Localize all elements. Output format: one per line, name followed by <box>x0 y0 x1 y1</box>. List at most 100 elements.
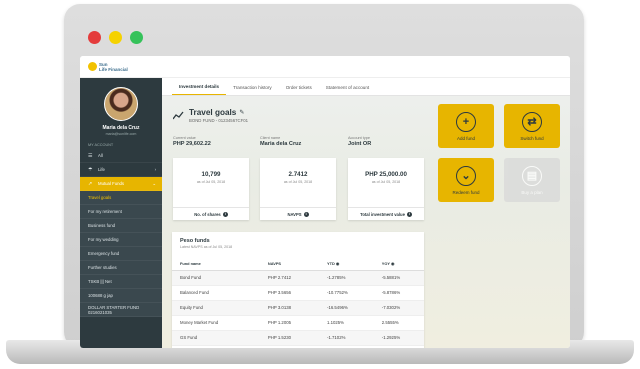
list-icon: ☰ <box>88 152 93 159</box>
client-name-label: Client name <box>260 136 281 140</box>
sidebar-item-label: 100688 g jap <box>88 293 113 298</box>
window-controls <box>88 31 143 44</box>
plus-icon: + <box>456 111 476 132</box>
action-label: Add fund <box>456 135 475 141</box>
table-cell: PHP 3.0138 <box>259 300 320 316</box>
edit-icon[interactable]: ✎ <box>239 109 244 116</box>
close-dot[interactable] <box>88 31 101 44</box>
sidebar-item-label: Further studies <box>88 265 117 270</box>
summary-card: 2.7412 as of Jul 05, 2018 NAVPS i <box>260 158 336 220</box>
sidebar-item-label: Travel goals <box>88 195 112 200</box>
summary-card: PHP 25,000.00 as of Jul 05, 2018 Total inv… <box>348 158 424 220</box>
funds-table: Fund name NAVPS YTD ◉ YOY ◉ Bond Fund PHP 2.… <box>172 258 424 346</box>
sun-life-logo[interactable]: Sun Life Financial <box>88 62 128 72</box>
table-cell: PHP 3.5656 <box>259 285 320 301</box>
sidebar-item[interactable]: For my retirement <box>80 205 162 219</box>
card-date: as of Jul 05, 2018 <box>196 180 226 184</box>
table-cell: Bond Fund <box>172 270 260 286</box>
table-cell: -1.7102% <box>319 330 374 346</box>
account-type-value: Joint OR <box>348 141 372 147</box>
table-cell: -7.0302% <box>373 300 424 316</box>
sidebar-item[interactable]: 100688 g jap <box>80 289 162 303</box>
column-header: Fund name <box>172 258 260 271</box>
sidebar-item[interactable]: Business fund <box>80 219 162 233</box>
minimize-dot[interactable] <box>109 31 122 44</box>
table-cell: -1.2925% <box>373 330 424 346</box>
sidebar: Maria dela Cruz maria@sunlife.com MY ACC… <box>80 78 162 348</box>
card-footer[interactable]: No. of shares i <box>173 207 249 220</box>
sidebar-item[interactable]: Emergency fund <box>80 247 162 261</box>
sidebar-item[interactable]: TSKB ||| Net <box>80 275 162 289</box>
title-row: Travel goals ✎ BOND FUND - 01234567CF01 <box>173 108 248 123</box>
table-header: Fund name NAVPS YTD ◉ YOY ◉ <box>172 258 424 271</box>
table-cell: PHP 1.2005 <box>259 315 320 331</box>
table-cell: Money Market Fund <box>172 315 260 331</box>
caret-icon: ⌄ <box>152 180 156 186</box>
chevron-down-icon: ⌄ <box>456 165 476 186</box>
table-cell: PHP 2.7412 <box>259 270 320 286</box>
avatar <box>104 87 138 121</box>
sidebar-item-label: Emergency fund <box>88 251 120 256</box>
user-email: maria@sunlife.com <box>105 132 137 136</box>
table-cell: Balanced Fund <box>172 285 260 301</box>
sidebar-item[interactable]: Travel goals <box>80 191 162 205</box>
client-name: Client name Maria dela Cruz <box>260 136 301 147</box>
client-name-value: Maria dela Cruz <box>260 141 302 147</box>
column-header: YTD ◉ <box>319 258 374 271</box>
document-icon: ▤ <box>522 165 542 186</box>
tab-order-tickets[interactable]: Order tickets <box>279 85 319 95</box>
column-header: YOY ◉ <box>373 258 424 271</box>
sidebar-item-label: Mutual Funds <box>98 181 125 186</box>
sidebar-item[interactable]: ☰ All <box>80 149 162 163</box>
info-icon[interactable]: i <box>222 211 228 217</box>
maximize-dot[interactable] <box>130 31 143 44</box>
chart-icon: ↗ <box>88 180 93 187</box>
card-footer[interactable]: NAVPS i <box>260 207 336 220</box>
sidebar-item-label: All <box>98 153 103 158</box>
sidebar-item-label: For my wedding <box>88 237 119 242</box>
sidebar-item[interactable]: Further studies <box>80 261 162 275</box>
card-footer-label: NAVPS <box>287 211 302 217</box>
card-footer-label: Total investment value <box>360 211 405 217</box>
table-cell: 1.1025% <box>319 315 374 331</box>
card-value: 10,799 <box>201 171 221 178</box>
tab-transaction-history[interactable]: Transaction history <box>226 85 279 95</box>
peso-funds-title: Peso funds <box>180 238 210 244</box>
sidebar-item[interactable]: For my wedding <box>80 233 162 247</box>
table-cell: -5.8786% <box>373 285 424 301</box>
account-type-label: Account type <box>348 136 370 140</box>
card-footer-label: No. of shares <box>194 211 221 217</box>
account-heading: MY ACCOUNT <box>88 143 114 147</box>
sidebar-item[interactable]: ☂ Life › <box>80 163 162 177</box>
user-name: Maria dela Cruz <box>102 125 140 131</box>
table-cell: -5.5881% <box>373 270 424 286</box>
table-row[interactable]: Balanced Fund PHP 3.5656 -10.7752% -5.8786% <box>172 285 424 301</box>
table-cell: -16.5496% <box>319 300 374 316</box>
sidebar-item-label: DOLLAR STARTER FUND 0216021035 <box>88 304 140 315</box>
sidebar-item[interactable]: ↗ Mutual Funds ⌄ <box>80 177 162 191</box>
card-footer[interactable]: Total investment value i <box>348 207 424 220</box>
info-icon[interactable]: i <box>303 211 309 217</box>
table-row[interactable]: Bond Fund PHP 2.7412 -1.2785% -5.5881% <box>172 270 424 286</box>
top-bar: Sun Life Financial <box>80 56 570 78</box>
card-date: as of Jul 05, 2018 <box>371 180 401 184</box>
table-row[interactable]: Equity Fund PHP 3.0138 -16.5496% -7.0302% <box>172 300 424 316</box>
switch-icon: ⇄ <box>522 111 542 132</box>
main-content: Investment details Transaction history Ord… <box>162 78 570 348</box>
sun-icon <box>88 62 97 71</box>
table-row[interactable]: Money Market Fund PHP 1.2005 1.1025% 2.5555… <box>172 315 424 331</box>
add-fund-button[interactable]: + Add fund <box>438 104 494 148</box>
table-row[interactable]: GS Fund PHP 1.5230 -1.7102% -1.2925% <box>172 330 424 346</box>
tab-statement-of-account[interactable]: Statement of account <box>319 85 376 95</box>
sidebar-item[interactable]: DOLLAR STARTER FUND 0216021035 <box>80 303 162 317</box>
trend-icon <box>173 111 184 120</box>
card-date: as of Jul 05, 2018 <box>283 180 313 184</box>
buy-a-plan-button: ▤ Buy a plan <box>504 158 560 202</box>
tab-investment-details[interactable]: Investment details <box>172 84 227 95</box>
current-value: Current value PHP 29,602.22 <box>173 136 211 147</box>
redeem-fund-button[interactable]: ⌄ Redeem fund <box>438 158 494 202</box>
info-icon[interactable]: i <box>406 211 412 217</box>
peso-funds-subtitle: Latest NAVPS as of Jul 05, 2018 <box>180 245 233 249</box>
switch-fund-button[interactable]: ⇄ Switch fund <box>504 104 560 148</box>
table-cell: 2.5555% <box>373 315 424 331</box>
